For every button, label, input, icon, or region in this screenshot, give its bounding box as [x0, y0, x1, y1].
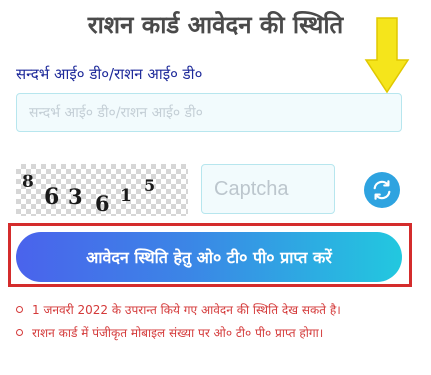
- captcha-char: 6: [95, 191, 110, 216]
- reference-id-input[interactable]: [16, 93, 402, 132]
- list-item: 1 जनवरी 2022 के उपरान्त किये गए आवेदन की…: [16, 302, 416, 318]
- refresh-captcha-button[interactable]: [364, 172, 400, 208]
- captcha-char: 1: [120, 186, 132, 206]
- refresh-icon: [373, 180, 391, 200]
- captcha-char: 8: [22, 172, 34, 192]
- get-otp-button[interactable]: आवेदन स्थिति हेतु ओ० टी० पी० प्राप्त करे…: [16, 232, 402, 282]
- note-text: 1 जनवरी 2022 के उपरान्त किये गए आवेदन की…: [32, 303, 341, 317]
- down-arrow-icon: [364, 17, 410, 94]
- captcha-input[interactable]: [201, 164, 335, 214]
- notes-list: 1 जनवरी 2022 के उपरान्त किये गए आवेदन की…: [16, 302, 416, 348]
- circle-bullet-icon: [16, 306, 23, 313]
- captcha-image: 8 6 3 6 1 5: [16, 164, 188, 216]
- captcha-char: 5: [144, 176, 156, 195]
- reference-id-label: सन्दर्भ आई० डी०/राशन आई० डी०: [16, 65, 203, 83]
- list-item: राशन कार्ड में पंजीकृत मोबाइल संख्या पर …: [16, 325, 416, 341]
- captcha-char: 6: [44, 184, 60, 210]
- note-text: राशन कार्ड में पंजीकृत मोबाइल संख्या पर …: [32, 326, 324, 340]
- captcha-char: 3: [68, 184, 83, 209]
- circle-bullet-icon: [16, 329, 23, 336]
